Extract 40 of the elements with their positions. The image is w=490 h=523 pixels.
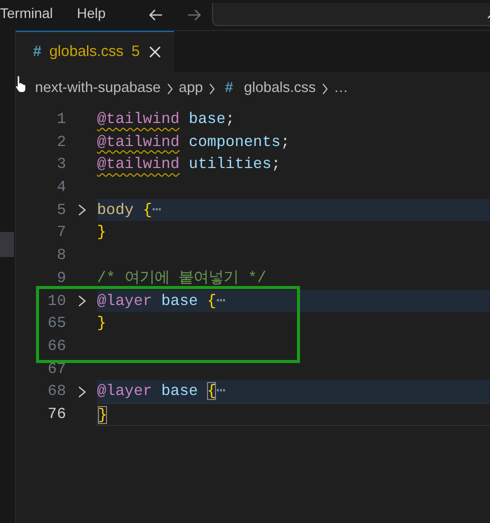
code-line: @tailwind components; xyxy=(97,132,290,151)
fold-chevron-icon[interactable] xyxy=(76,203,86,218)
menu-item[interactable]: Terminal xyxy=(0,2,53,28)
breadcrumb-item[interactable]: app xyxy=(178,78,203,100)
line-number: 2 xyxy=(56,132,66,153)
file-type-icon: # xyxy=(224,78,234,100)
code-line: @tailwind utilities; xyxy=(97,155,281,174)
code-line: } xyxy=(98,406,108,424)
code-line: @layer base {⋯ xyxy=(97,382,226,400)
line-number: 76 xyxy=(46,404,66,425)
line-number: 67 xyxy=(46,358,66,380)
editor-tab[interactable]: # globals.css 5 xyxy=(16,31,174,72)
line-number: 9 xyxy=(56,268,66,289)
line-number: 65 xyxy=(46,313,66,334)
close-icon[interactable] xyxy=(148,45,162,59)
fold-chevron-icon[interactable] xyxy=(76,384,86,399)
breadcrumb-item[interactable]: globals.css xyxy=(244,78,316,100)
line-number: 66 xyxy=(46,336,66,357)
chevron-right-icon xyxy=(166,82,174,96)
line-number: 68 xyxy=(46,381,66,402)
line-number: 4 xyxy=(56,177,66,198)
fold-chevron-icon[interactable] xyxy=(76,294,86,308)
chevron-right-icon xyxy=(320,82,329,96)
search-field[interactable] xyxy=(212,3,490,26)
line-number: 10 xyxy=(46,290,66,312)
chevron-right-icon xyxy=(208,82,216,96)
code-line: } xyxy=(97,314,106,332)
line-number: 3 xyxy=(56,154,66,176)
line-number: 1 xyxy=(56,109,66,130)
code-line: } xyxy=(97,223,106,242)
breadcrumb-item[interactable]: next-with-supabase xyxy=(35,78,161,100)
code-line: @layer base {⋯ xyxy=(97,292,226,310)
line-number: 8 xyxy=(56,245,66,266)
code-line: @tailwind base; xyxy=(97,110,235,128)
code-line: /* 여기에 붙여넣기 */ xyxy=(97,268,266,287)
code-line: body {⋯ xyxy=(97,200,162,219)
breadcrumb-item[interactable]: … xyxy=(334,78,348,100)
menu-item[interactable]: Help xyxy=(76,2,106,28)
line-number: 5 xyxy=(56,200,66,221)
line-number: 7 xyxy=(56,222,66,244)
